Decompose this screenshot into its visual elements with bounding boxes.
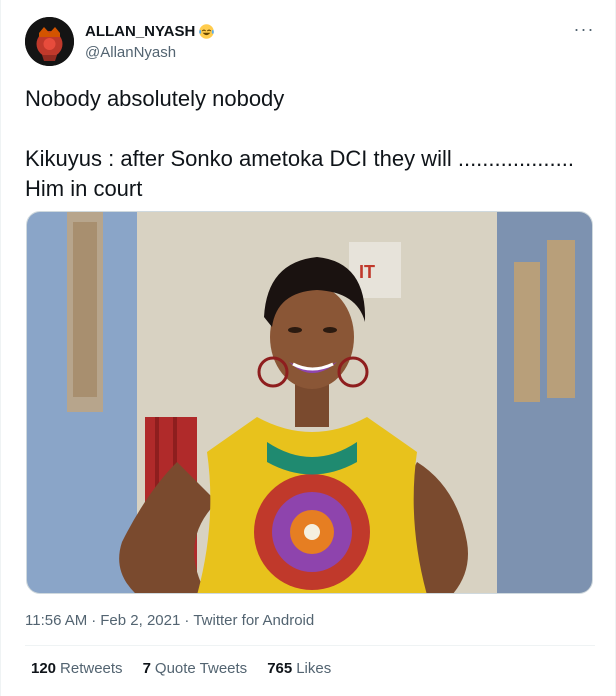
retweets-label: Retweets xyxy=(60,660,123,677)
retweets-stat[interactable]: 120 Retweets xyxy=(31,660,123,677)
tweet-card: ALLAN_NYASH @AllanNyash ··· Nobody absol… xyxy=(0,0,616,696)
author-names: ALLAN_NYASH @AllanNyash xyxy=(85,22,215,62)
likes-count: 765 xyxy=(267,660,293,677)
svg-text:IT: IT xyxy=(359,262,375,282)
avatar[interactable] xyxy=(25,17,74,66)
avatar-image xyxy=(25,17,74,66)
quote-tweets-count: 7 xyxy=(142,660,151,677)
face-with-tears-of-joy-icon xyxy=(199,24,215,39)
divider xyxy=(25,645,595,646)
photo-image: IT xyxy=(27,212,592,593)
meta-separator: · xyxy=(91,612,97,629)
display-name[interactable]: ALLAN_NYASH xyxy=(85,22,215,41)
user-handle[interactable]: @AllanNyash xyxy=(85,43,215,62)
likes-label: Likes xyxy=(296,660,332,677)
tweet-time[interactable]: 11:56 AM xyxy=(25,612,87,629)
tweet-header: ALLAN_NYASH @AllanNyash ··· xyxy=(25,14,595,70)
tweet-metadata: 11:56 AM · Feb 2, 2021 · Twitter for And… xyxy=(25,612,314,629)
retweets-count: 120 xyxy=(31,660,57,677)
engagement-stats: 120 Retweets 7 Quote Tweets 765 Likes xyxy=(31,660,331,677)
meta-separator: · xyxy=(184,612,190,629)
tweet-source[interactable]: Twitter for Android xyxy=(193,612,314,629)
display-name-text: ALLAN_NYASH xyxy=(85,23,196,40)
likes-stat[interactable]: 765 Likes xyxy=(267,660,331,677)
tweet-date[interactable]: Feb 2, 2021 xyxy=(100,612,180,629)
more-options-icon[interactable]: ··· xyxy=(573,18,595,40)
tweet-photo[interactable]: IT xyxy=(26,211,593,594)
tweet-text: Nobody absolutely nobody Kikuyus : after… xyxy=(25,86,574,201)
quote-tweets-label: Quote Tweets xyxy=(154,660,248,677)
quote-tweets-stat[interactable]: 7 Quote Tweets xyxy=(143,660,248,677)
